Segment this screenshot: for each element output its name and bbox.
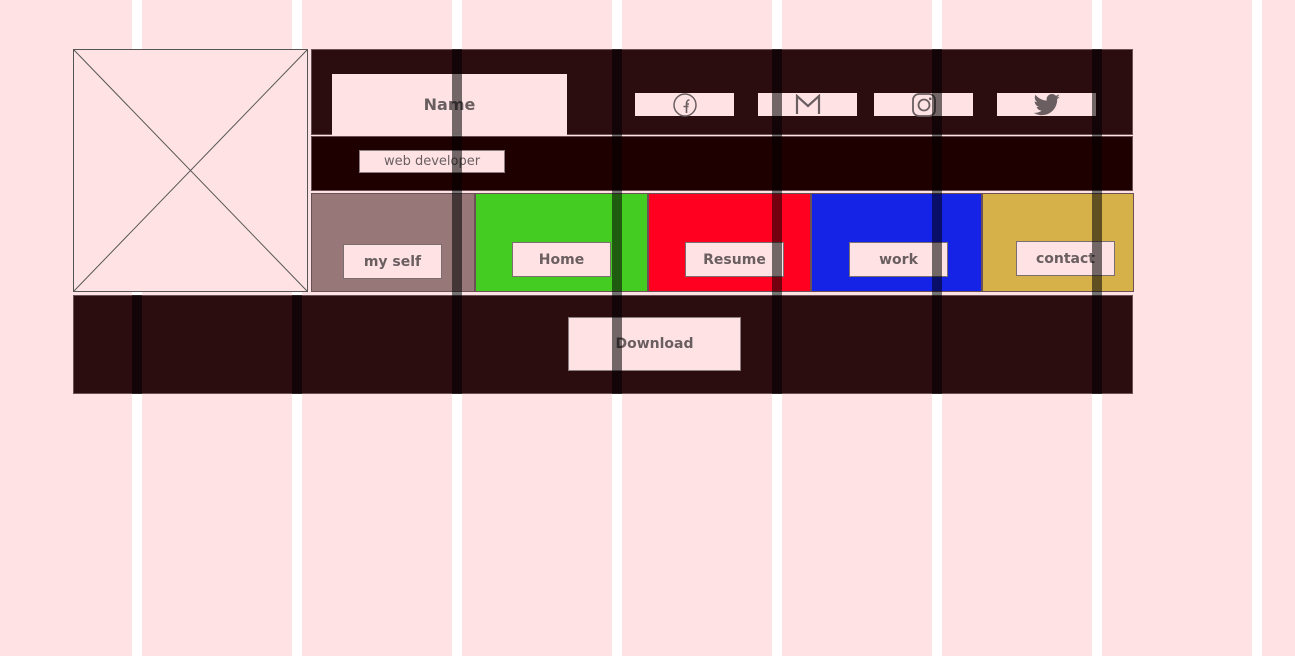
- twitter-icon: [1033, 93, 1060, 115]
- layout-grid-overlay: [612, 49, 622, 394]
- nav-button-resume[interactable]: Resume: [685, 242, 784, 277]
- instagram-link[interactable]: [874, 92, 973, 117]
- profile-role: web developer: [359, 150, 505, 173]
- facebook-icon: [672, 92, 697, 117]
- layout-grid-overlay: [132, 295, 142, 394]
- layout-grid-column: [1252, 0, 1262, 656]
- nav-cell-home: Home: [475, 193, 648, 292]
- nav-button-myself[interactable]: my self: [343, 244, 442, 279]
- profile-photo-placeholder: [73, 49, 308, 292]
- twitter-link[interactable]: [997, 93, 1096, 116]
- download-button[interactable]: Download: [568, 317, 741, 371]
- facebook-link[interactable]: [635, 92, 734, 117]
- layout-grid-overlay: [452, 49, 462, 394]
- nav-cell-contact: contact: [982, 193, 1134, 292]
- layout-grid-overlay: [292, 295, 302, 394]
- image-placeholder-icon: [74, 50, 307, 291]
- nav-button-home[interactable]: Home: [512, 242, 611, 277]
- profile-name: Name: [332, 74, 567, 135]
- layout-grid-overlay: [932, 49, 942, 394]
- gmail-icon: [795, 93, 820, 114]
- layout-grid-overlay: [1092, 49, 1102, 394]
- layout-grid-overlay: [772, 49, 782, 394]
- nav-cell-resume: Resume: [648, 193, 811, 292]
- nav-cell-work: work: [811, 193, 982, 292]
- nav-cell-myself: my self: [311, 193, 475, 292]
